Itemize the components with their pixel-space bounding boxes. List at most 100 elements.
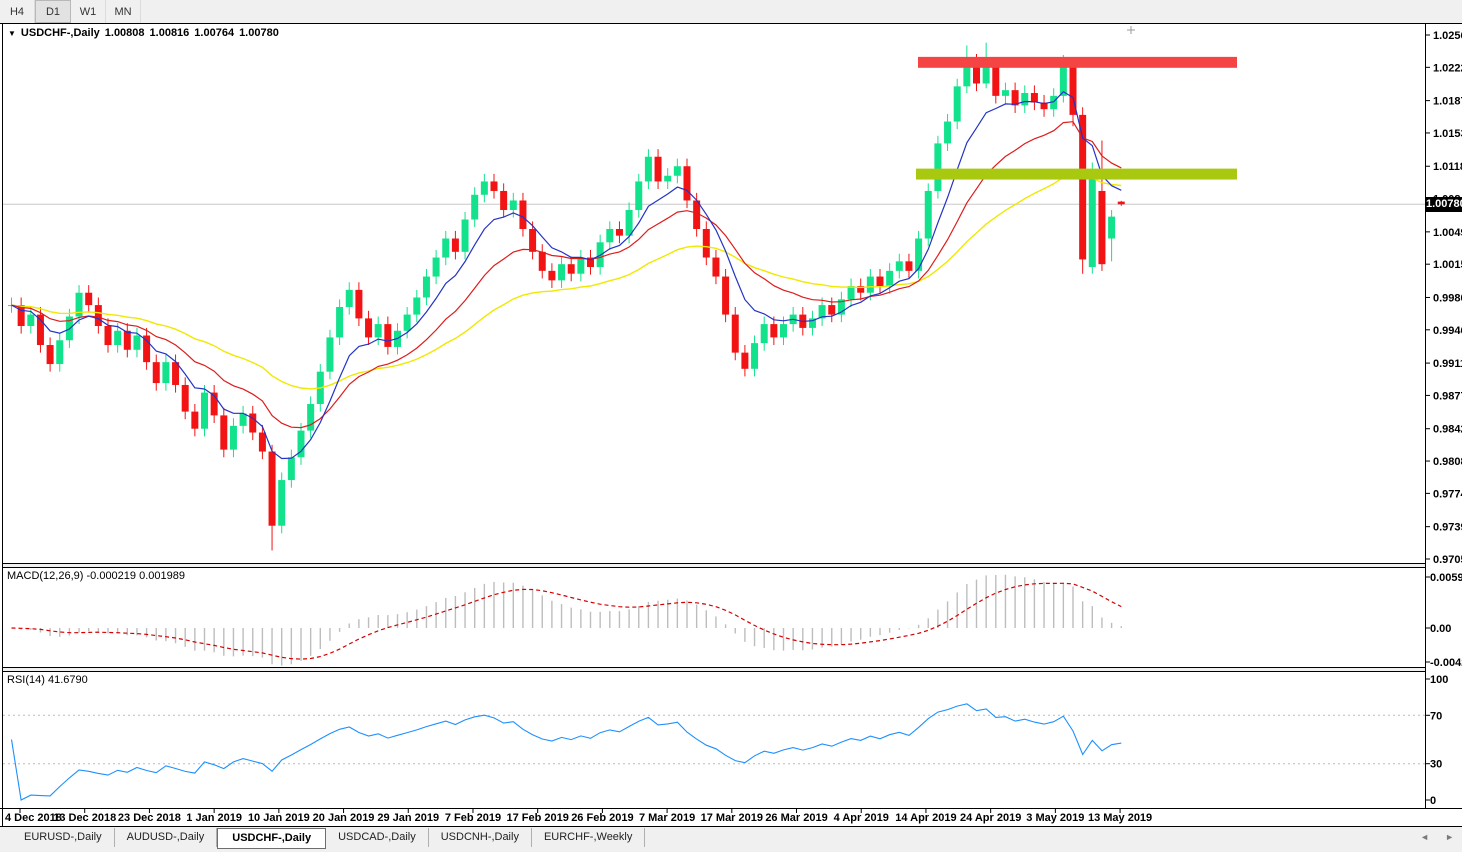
candle <box>606 229 614 243</box>
candle <box>538 251 546 271</box>
candle <box>258 432 266 452</box>
moving-averages-layer <box>11 90 1122 460</box>
candle <box>558 264 566 281</box>
date-axis-label: 17 Mar 2019 <box>701 812 763 824</box>
tab-eurusd-daily[interactable]: EURUSD-,Daily <box>12 828 115 847</box>
chart-low-value: 1.00764 <box>194 27 235 39</box>
timeframe-button-mn[interactable]: MN <box>106 0 141 23</box>
candle <box>201 392 208 429</box>
timeframe-button-d1[interactable]: D1 <box>35 0 71 23</box>
resistance-level-band[interactable] <box>918 56 1237 68</box>
candle <box>114 330 122 346</box>
candle <box>374 324 382 338</box>
rsi-axis-label: 70 <box>1430 710 1442 722</box>
rsi-line <box>10 703 1122 801</box>
candle <box>152 362 160 384</box>
tab-usdchf-daily[interactable]: USDCHF-,Daily <box>217 828 327 849</box>
candle <box>133 335 141 350</box>
candle <box>615 229 623 236</box>
candle <box>1021 93 1029 106</box>
candle <box>413 297 421 315</box>
candle <box>731 314 739 353</box>
tab-scroll-controls: ◄ ► <box>1420 833 1454 842</box>
candle <box>683 166 691 201</box>
date-axis-label: 24 Apr 2019 <box>960 812 1021 824</box>
price-axis-label: 1.02560 <box>1433 30 1462 42</box>
tab-usdcnh-daily[interactable]: USDCNH-,Daily <box>429 828 532 847</box>
candle <box>751 343 759 369</box>
date-axis-label: 1 Jan 2019 <box>186 812 242 824</box>
candle <box>220 415 228 450</box>
macd-name: MACD(12,26,9) <box>7 570 84 582</box>
macd-signal-value: 0.001989 <box>139 570 185 582</box>
chart-open-value: 1.00808 <box>104 27 145 39</box>
candle <box>702 229 710 258</box>
candle <box>944 121 952 144</box>
macd-axis-label: -0.00424 <box>1430 657 1462 669</box>
candle <box>27 314 35 327</box>
candle <box>480 181 488 195</box>
candle <box>384 324 392 347</box>
candle <box>143 335 151 363</box>
candle <box>345 289 353 307</box>
date-axis-label: 10 Jan 2019 <box>248 812 310 824</box>
candle <box>104 326 112 346</box>
date-axis-label: 13 May 2019 <box>1088 812 1152 824</box>
price-axis-label: 1.01530 <box>1433 128 1462 140</box>
price-axis-label: 1.02220 <box>1433 62 1462 74</box>
candle <box>307 403 315 431</box>
candle <box>229 425 237 450</box>
tab-audusd-daily[interactable]: AUDUSD-,Daily <box>115 828 218 847</box>
candle <box>895 261 903 271</box>
macd-indicator-label: MACD(12,26,9) -0.000219 0.001989 <box>7 570 185 582</box>
candle <box>509 200 517 210</box>
candle <box>924 190 932 239</box>
price-axis-label: 0.98770 <box>1433 390 1462 402</box>
candle <box>770 324 778 338</box>
candle <box>741 352 749 369</box>
candle <box>722 276 730 315</box>
candle <box>56 340 64 365</box>
candle <box>905 261 913 271</box>
price-axis-label: 0.97050 <box>1433 554 1462 566</box>
candle <box>654 156 662 182</box>
price-axis-label: 0.98420 <box>1433 424 1462 436</box>
price-axis-label: 0.98080 <box>1433 456 1462 468</box>
timeframe-button-w1[interactable]: W1 <box>71 0 106 23</box>
price-axis-label: 0.97390 <box>1433 522 1462 534</box>
timeframe-button-h4[interactable]: H4 <box>0 0 35 23</box>
candle <box>451 238 459 252</box>
candle <box>780 324 787 338</box>
candles-layer <box>8 42 1125 551</box>
chart-menu-icon[interactable]: ▼ <box>8 29 16 38</box>
candle <box>162 362 170 384</box>
tab-eurchf-weekly[interactable]: EURCHF-,Weekly <box>532 828 646 847</box>
rsi-value: 41.6790 <box>47 674 88 686</box>
date-axis-label: 23 Dec 2018 <box>118 812 181 824</box>
candle <box>635 181 643 210</box>
price-axis-label: 1.00490 <box>1433 227 1462 239</box>
candle <box>365 318 373 338</box>
date-axis-label: 20 Jan 2019 <box>313 812 375 824</box>
tab-scroll-left-icon[interactable]: ◄ <box>1420 833 1429 842</box>
trading-app-window: H4D1W1MN 1.025601.022201.018701.015301.0… <box>0 0 1462 852</box>
candle <box>46 345 54 365</box>
tab-scroll-right-icon[interactable]: ► <box>1445 833 1454 842</box>
candle <box>422 276 430 298</box>
macd-signal-line <box>11 582 1122 660</box>
support-level-band[interactable] <box>916 168 1237 180</box>
candle <box>915 238 923 271</box>
current-price-badge: 1.00780 <box>1426 197 1462 212</box>
tab-usdcad-daily[interactable]: USDCAD-,Daily <box>326 828 429 847</box>
chart-graphics[interactable]: 1.02560 1.02220 1.01870 1.01530 1.01180 1.008… <box>0 0 1462 852</box>
candle <box>268 451 276 526</box>
candle <box>673 166 681 176</box>
price-axis-label: 1.01870 <box>1433 96 1462 108</box>
candle <box>664 175 672 182</box>
macd-main-value: -0.000219 <box>86 570 137 582</box>
chart-close-value: 1.00780 <box>239 27 279 39</box>
rsi-name: RSI(14) <box>7 674 45 686</box>
price-axis-label: 0.97740 <box>1433 488 1462 500</box>
chart-title: ▼ USDCHF-,Daily 1.00808 1.00816 1.00764 … <box>8 27 279 39</box>
price-axis-label: 0.99800 <box>1433 292 1462 304</box>
